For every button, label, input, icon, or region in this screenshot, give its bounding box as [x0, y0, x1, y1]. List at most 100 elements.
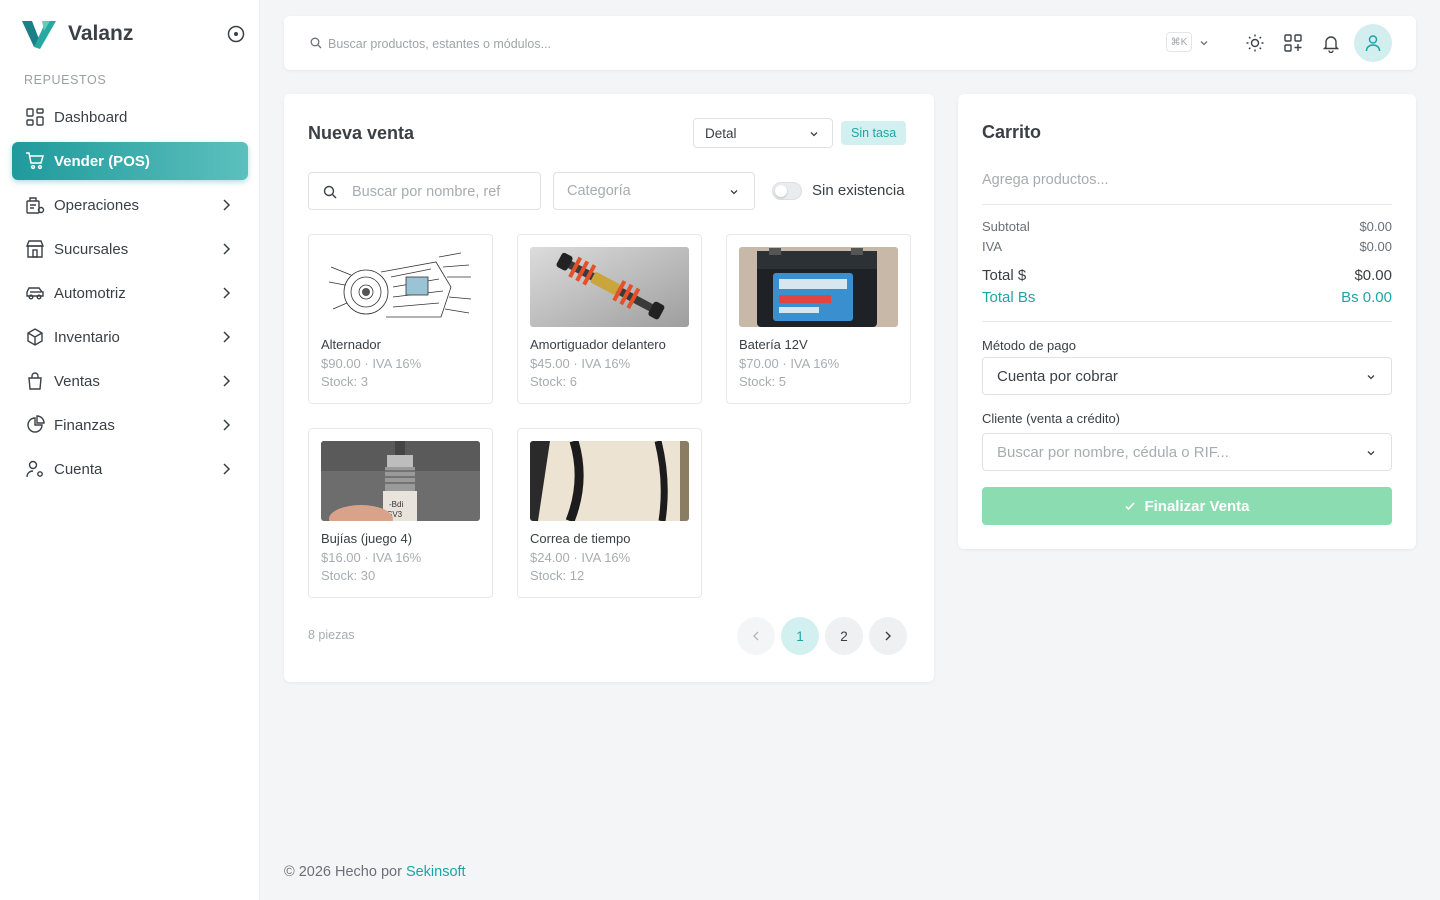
footer: © 2026 Hecho por Sekinsoft	[284, 864, 466, 880]
iva-row: IVA $0.00	[982, 239, 1392, 254]
user-avatar[interactable]	[1354, 24, 1392, 62]
sidebar-nav: Dashboard Vender (POS) Operaciones Sucur…	[12, 98, 248, 494]
product-image	[321, 247, 480, 327]
cart-card: Carrito Agrega productos... Subtotal $0.…	[958, 94, 1416, 549]
product-stock: Stock: 5	[739, 374, 786, 389]
category-select[interactable]: Categoría	[553, 172, 755, 210]
product-stock: Stock: 30	[321, 568, 376, 583]
total-bs-label: Total Bs	[982, 289, 1036, 306]
pagination-prev-button[interactable]	[737, 617, 775, 655]
product-search-field[interactable]	[308, 172, 541, 210]
chevron-right-icon	[223, 419, 231, 431]
chevron-down-icon[interactable]	[1198, 37, 1210, 49]
sidebar-item-label: Vender (POS)	[54, 152, 150, 170]
user-icon	[1365, 35, 1381, 52]
pagination-page-1[interactable]: 1	[781, 617, 819, 655]
chevron-right-icon	[223, 199, 231, 211]
apps-grid-icon[interactable]	[1283, 33, 1303, 53]
box-icon	[24, 326, 46, 348]
chevron-right-icon	[223, 331, 231, 343]
brand-name: Valanz	[68, 22, 134, 45]
chevron-left-icon	[753, 631, 759, 641]
rate-status-badge: Sin tasa	[841, 121, 907, 145]
operations-icon	[24, 194, 46, 216]
product-name: Batería 12V	[739, 337, 808, 352]
price-type-select[interactable]: Detal	[693, 118, 833, 148]
subtotal-value: $0.00	[1359, 219, 1392, 234]
dashboard-icon	[24, 106, 46, 128]
new-sale-title: Nueva venta	[308, 123, 415, 143]
cart-icon	[24, 150, 46, 172]
sidebar-item-label: Automotriz	[54, 284, 126, 302]
product-name: Alternador	[321, 337, 381, 352]
chevron-right-icon	[223, 243, 231, 255]
sidebar-item-vender-pos[interactable]: Vender (POS)	[12, 142, 248, 180]
car-icon	[24, 282, 46, 304]
price-type-value: Detal	[705, 125, 737, 141]
results-count: 8 piezas	[308, 628, 355, 642]
sidebar-item-finanzas[interactable]: Finanzas	[12, 406, 248, 444]
toggle-knob	[775, 185, 787, 197]
sidebar-item-label: Finanzas	[54, 416, 115, 434]
product-card-bateria[interactable]: Batería 12V $70.00 · IVA 16% Stock: 5	[726, 234, 911, 404]
sidebar-item-operaciones[interactable]: Operaciones	[12, 186, 248, 224]
product-card-correa[interactable]: Correa de tiempo $24.00 · IVA 16% Stock:…	[517, 428, 702, 598]
sidebar-item-cuenta[interactable]: Cuenta	[12, 450, 248, 488]
chevron-down-icon	[730, 190, 738, 195]
sidebar-item-label: Operaciones	[54, 196, 140, 214]
sidebar-item-inventario[interactable]: Inventario	[12, 318, 248, 356]
subtotal-label: Subtotal	[982, 219, 1030, 234]
product-name: Amortiguador delantero	[530, 337, 666, 352]
sidebar-item-label: Inventario	[54, 328, 120, 346]
footer-link[interactable]: Sekinsoft	[406, 864, 466, 880]
product-stock: Stock: 3	[321, 374, 368, 389]
product-price: $24.00 · IVA 16%	[530, 550, 631, 565]
client-placeholder: Buscar por nombre, cédula o RIF...	[997, 443, 1229, 461]
pagination-page-2[interactable]: 2	[825, 617, 863, 655]
global-search-input[interactable]	[328, 34, 928, 54]
product-name: Bujías (juego 4)	[321, 531, 413, 546]
out-of-stock-toggle[interactable]	[772, 182, 802, 200]
cart-empty-message: Agrega productos...	[982, 172, 1109, 188]
iva-label: IVA	[982, 239, 1002, 254]
sidebar-item-label: Cuenta	[54, 460, 103, 478]
divider	[982, 204, 1392, 205]
product-card-alternador[interactable]: Alternador $90.00 · IVA 16% Stock: 3	[308, 234, 493, 404]
client-select[interactable]: Buscar por nombre, cédula o RIF...	[982, 433, 1392, 471]
total-bs-value: Bs 0.00	[1341, 289, 1392, 306]
chevron-down-icon	[1367, 375, 1375, 380]
user-settings-icon	[24, 458, 46, 480]
chevron-right-icon	[223, 287, 231, 299]
shopping-bag-icon	[24, 370, 46, 392]
topbar: ⌘K	[284, 16, 1416, 70]
sun-icon[interactable]	[1245, 33, 1265, 53]
bell-icon[interactable]	[1321, 33, 1341, 53]
product-card-bujias[interactable]: -Bdi SV3 Bujías (juego 4) $16.00 · IVA 1…	[308, 428, 493, 598]
chevron-down-icon	[810, 132, 818, 137]
product-card-amortiguador[interactable]: Amortiguador delantero $45.00 · IVA 16% …	[517, 234, 702, 404]
product-price: $16.00 · IVA 16%	[321, 550, 422, 565]
collapse-sidebar-icon[interactable]	[226, 24, 246, 44]
brand[interactable]: Valanz	[20, 16, 133, 52]
shortcut-badge: ⌘K	[1166, 32, 1192, 52]
sidebar-item-dashboard[interactable]: Dashboard	[12, 98, 248, 136]
sidebar-item-ventas[interactable]: Ventas	[12, 362, 248, 400]
iva-value: $0.00	[1359, 239, 1392, 254]
client-label: Cliente (venta a crédito)	[982, 411, 1121, 426]
sidebar-item-label: Sucursales	[54, 240, 129, 258]
sidebar-item-label: Ventas	[54, 372, 100, 390]
search-icon	[323, 185, 337, 199]
valanz-logo-icon	[22, 21, 56, 49]
payment-method-value: Cuenta por cobrar	[997, 367, 1118, 385]
store-icon	[24, 238, 46, 260]
finalize-sale-button[interactable]: Finalizar Venta	[982, 487, 1392, 525]
sidebar-item-sucursales[interactable]: Sucursales	[12, 230, 248, 268]
product-search-input[interactable]	[352, 182, 532, 202]
chevron-right-icon	[223, 463, 231, 475]
sidebar-item-automotriz[interactable]: Automotriz	[12, 274, 248, 312]
product-price: $70.00 · IVA 16%	[739, 356, 840, 371]
pagination-next-button[interactable]	[869, 617, 907, 655]
new-sale-card: Nueva venta Detal Sin tasa Categoría Sin…	[284, 94, 934, 682]
payment-method-select[interactable]: Cuenta por cobrar	[982, 357, 1392, 395]
category-placeholder: Categoría	[567, 183, 631, 199]
